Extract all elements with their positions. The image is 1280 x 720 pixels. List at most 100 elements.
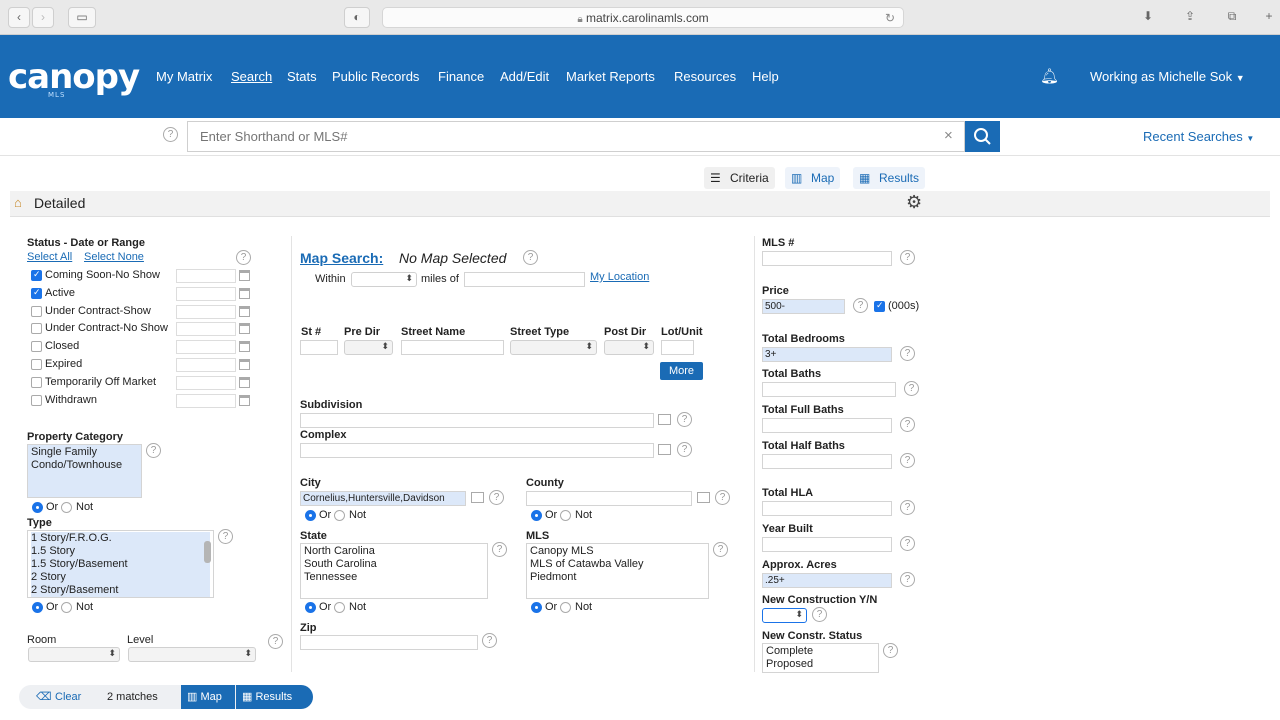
help-icon[interactable]: ? bbox=[904, 381, 919, 396]
help-icon[interactable]: ? bbox=[492, 542, 507, 557]
footer-map-button[interactable]: ▥ Map bbox=[181, 685, 235, 709]
zip-input[interactable] bbox=[300, 635, 478, 650]
canopy-logo[interactable]: canopy MLS bbox=[8, 57, 140, 99]
not-radio[interactable] bbox=[334, 510, 345, 521]
help-icon[interactable]: ? bbox=[713, 542, 728, 557]
help-icon[interactable]: ? bbox=[715, 490, 730, 505]
more-button[interactable]: More bbox=[660, 362, 703, 380]
status-date-input[interactable] bbox=[176, 358, 236, 372]
price-input[interactable]: 500- bbox=[762, 299, 845, 314]
lookup-icon[interactable] bbox=[471, 492, 484, 503]
clear-icon[interactable]: × bbox=[944, 127, 953, 144]
lookup-icon[interactable] bbox=[697, 492, 710, 503]
status-date-input[interactable] bbox=[176, 375, 236, 390]
street-type-select[interactable] bbox=[510, 340, 597, 355]
nav-resources[interactable]: Resources bbox=[674, 69, 736, 84]
street-name-input[interactable] bbox=[401, 340, 504, 355]
status-checkbox[interactable] bbox=[31, 341, 42, 353]
list-item[interactable]: North Carolina bbox=[304, 545, 484, 558]
type-list[interactable]: 1 Story/F.R.O.G. 1.5 Story 1.5 Story/Bas… bbox=[27, 530, 214, 598]
room-select[interactable] bbox=[28, 647, 120, 662]
bedrooms-input[interactable]: 3+ bbox=[762, 347, 892, 362]
help-icon[interactable]: ? bbox=[523, 250, 538, 265]
acres-input[interactable]: .25+ bbox=[762, 573, 892, 588]
constr-status-list[interactable]: Complete Proposed bbox=[762, 643, 879, 673]
share-icon[interactable]: ⇪ bbox=[1178, 7, 1202, 28]
tabs-icon[interactable]: ⧉ bbox=[1220, 7, 1244, 28]
help-icon[interactable]: ? bbox=[163, 127, 178, 142]
status-checkbox[interactable] bbox=[31, 394, 42, 406]
list-item[interactable]: Proposed bbox=[766, 658, 875, 671]
full-baths-input[interactable] bbox=[762, 418, 892, 433]
list-item[interactable]: 1.5 Story/Basement bbox=[31, 558, 210, 571]
baths-input[interactable] bbox=[762, 382, 896, 397]
help-icon[interactable]: ? bbox=[677, 412, 692, 427]
nav-add-edit[interactable]: Add/Edit bbox=[500, 69, 549, 84]
or-radio[interactable] bbox=[531, 602, 542, 613]
help-icon[interactable]: ? bbox=[482, 633, 497, 648]
shorthand-search-input[interactable] bbox=[187, 121, 965, 152]
shield-icon[interactable]: ◐ bbox=[344, 7, 370, 28]
help-icon[interactable]: ? bbox=[900, 250, 915, 265]
mls-num-input[interactable] bbox=[762, 251, 892, 266]
year-built-input[interactable] bbox=[762, 537, 892, 552]
search-button[interactable] bbox=[965, 121, 1000, 152]
back-icon[interactable]: ‹ bbox=[8, 7, 30, 28]
help-icon[interactable]: ? bbox=[218, 529, 233, 544]
list-item[interactable]: 1 Story/F.R.O.G. bbox=[31, 532, 210, 545]
lookup-icon[interactable] bbox=[658, 414, 671, 425]
recent-searches-link[interactable]: Recent Searches ▼ bbox=[1143, 129, 1254, 144]
nav-finance[interactable]: Finance bbox=[438, 69, 484, 84]
state-list[interactable]: North Carolina South Carolina Tennessee bbox=[300, 543, 488, 599]
mls-list[interactable]: Canopy MLS MLS of Catawba Valley Piedmon… bbox=[526, 543, 709, 599]
tab-criteria[interactable]: ☰ Criteria bbox=[704, 167, 775, 189]
sidebar-icon[interactable]: ▭ bbox=[68, 7, 96, 28]
list-item[interactable]: Single Family bbox=[31, 446, 138, 459]
list-item[interactable]: 2 Story bbox=[31, 571, 210, 584]
list-item[interactable]: Tennessee bbox=[304, 571, 484, 584]
or-radio[interactable] bbox=[32, 602, 43, 613]
price-unit-checkbox[interactable] bbox=[874, 300, 885, 312]
lookup-icon[interactable] bbox=[658, 444, 671, 455]
not-radio[interactable] bbox=[61, 502, 72, 513]
st-num-input[interactable] bbox=[300, 340, 338, 355]
or-radio[interactable] bbox=[305, 602, 316, 613]
post-dir-select[interactable] bbox=[604, 340, 654, 355]
help-icon[interactable]: ? bbox=[812, 607, 827, 622]
not-radio[interactable] bbox=[560, 602, 571, 613]
footer-results-button[interactable]: ▦ Results bbox=[236, 685, 313, 709]
pre-dir-select[interactable] bbox=[344, 340, 393, 355]
url-bar[interactable]: 🔒︎ matrix.carolinamls.com ↻ bbox=[382, 7, 904, 28]
not-radio[interactable] bbox=[334, 602, 345, 613]
status-checkbox[interactable] bbox=[31, 305, 42, 317]
county-input[interactable] bbox=[526, 491, 692, 506]
not-radio[interactable] bbox=[560, 510, 571, 521]
status-checkbox[interactable] bbox=[31, 359, 42, 370]
status-date-input[interactable] bbox=[176, 322, 236, 337]
or-radio[interactable] bbox=[305, 510, 316, 521]
map-search-link[interactable]: Map Search: bbox=[300, 250, 383, 266]
scrollbar[interactable] bbox=[204, 541, 211, 563]
new-tab-icon[interactable]: + bbox=[1258, 7, 1280, 28]
half-baths-input[interactable] bbox=[762, 454, 892, 469]
help-icon[interactable]: ? bbox=[677, 442, 692, 457]
gear-icon[interactable]: ⚙ bbox=[906, 192, 922, 213]
status-date-input[interactable] bbox=[176, 269, 236, 283]
complex-input[interactable] bbox=[300, 443, 654, 458]
status-checkbox[interactable] bbox=[31, 376, 42, 388]
calendar-icon[interactable] bbox=[239, 376, 250, 388]
list-item[interactable]: Complete bbox=[766, 645, 875, 658]
status-date-input[interactable] bbox=[176, 340, 236, 355]
calendar-icon[interactable] bbox=[239, 394, 250, 406]
or-radio[interactable] bbox=[531, 510, 542, 521]
status-date-input[interactable] bbox=[176, 304, 236, 319]
nav-my-matrix[interactable]: My Matrix bbox=[156, 69, 212, 84]
calendar-icon[interactable] bbox=[239, 359, 250, 370]
user-menu[interactable]: Working as Michelle Sok ▼ bbox=[1090, 69, 1245, 84]
not-radio[interactable] bbox=[61, 602, 72, 613]
help-icon[interactable]: ? bbox=[900, 536, 915, 551]
status-date-input[interactable] bbox=[176, 286, 236, 301]
nav-market-reports[interactable]: Market Reports bbox=[566, 69, 655, 84]
lot-unit-input[interactable] bbox=[661, 340, 694, 355]
subdivision-input[interactable] bbox=[300, 413, 654, 428]
